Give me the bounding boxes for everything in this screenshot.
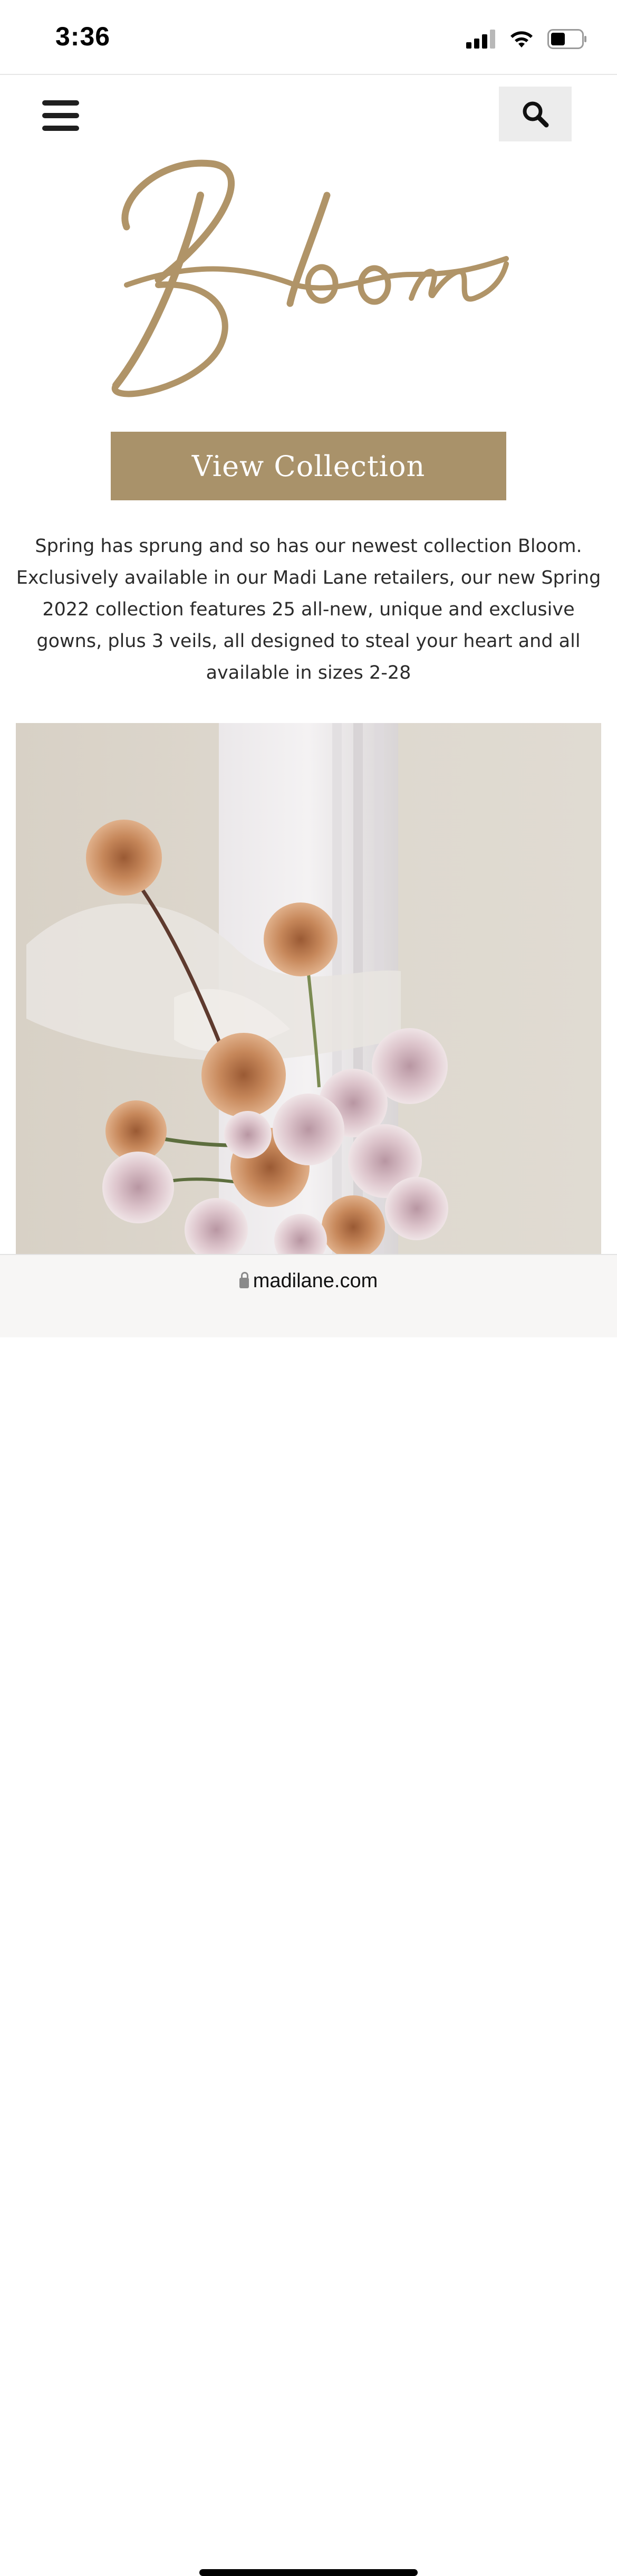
brand-logo	[95, 153, 517, 406]
wifi-icon	[510, 31, 533, 47]
status-time: 3:36	[55, 22, 111, 51]
menu-button[interactable]	[42, 100, 80, 132]
hamburger-menu-icon	[42, 100, 79, 106]
site-header	[0, 75, 617, 159]
roses-image	[26, 723, 448, 1256]
collection-hero-image	[16, 723, 601, 1256]
view-collection-button[interactable]: View Collection	[111, 432, 506, 500]
collection-description: Spring has sprung and so has our newest …	[16, 536, 601, 683]
bloom-script-logo	[111, 159, 509, 397]
cellular-signal-icon	[466, 30, 495, 49]
status-bar: 3:36	[0, 0, 617, 75]
status-icons	[466, 27, 587, 51]
search-icon	[523, 101, 549, 128]
search-button[interactable]	[499, 87, 572, 141]
url-display[interactable]: madilane.com	[0, 1270, 617, 1292]
lock-icon	[239, 1272, 249, 1288]
url-text: madilane.com	[253, 1270, 378, 1292]
battery-icon	[547, 29, 586, 49]
browser-url-bar[interactable]: madilane.com	[0, 1254, 617, 2576]
home-indicator	[199, 2569, 418, 2576]
